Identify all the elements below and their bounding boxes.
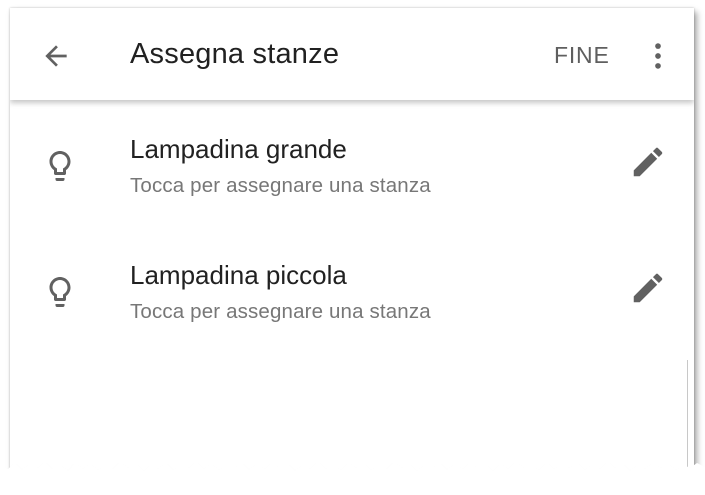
device-row-lampadina-grande[interactable]: Lampadina grande Tocca per assegnare una…: [10, 106, 694, 216]
edit-button[interactable]: [626, 266, 670, 310]
lightbulb-outline-icon: [40, 272, 80, 312]
page-title: Assegna stanze: [130, 38, 340, 70]
edit-pencil-icon: [633, 147, 663, 177]
app-window: Assegna stanze FINE Lampadina grande Toc…: [10, 8, 694, 484]
device-room-hint: Tocca per assegnare una stanza: [130, 300, 431, 323]
edit-button[interactable]: [626, 140, 670, 184]
device-name: Lampadina piccola: [130, 260, 347, 290]
lightbulb-outline-icon: [40, 146, 80, 186]
device-row-lampadina-piccola[interactable]: Lampadina piccola Tocca per assegnare un…: [10, 232, 694, 342]
arrow-back-icon: [45, 45, 67, 67]
app-bar: Assegna stanze FINE: [10, 8, 694, 100]
torn-paper-edge: [0, 462, 705, 495]
device-room-hint: Tocca per assegnare una stanza: [130, 174, 431, 197]
more-vert-icon: [655, 43, 661, 69]
back-button[interactable]: [36, 36, 76, 76]
more-options-button[interactable]: [638, 36, 678, 76]
done-button[interactable]: FINE: [554, 42, 610, 69]
device-name: Lampadina grande: [130, 134, 347, 164]
edit-pencil-icon: [633, 273, 663, 303]
